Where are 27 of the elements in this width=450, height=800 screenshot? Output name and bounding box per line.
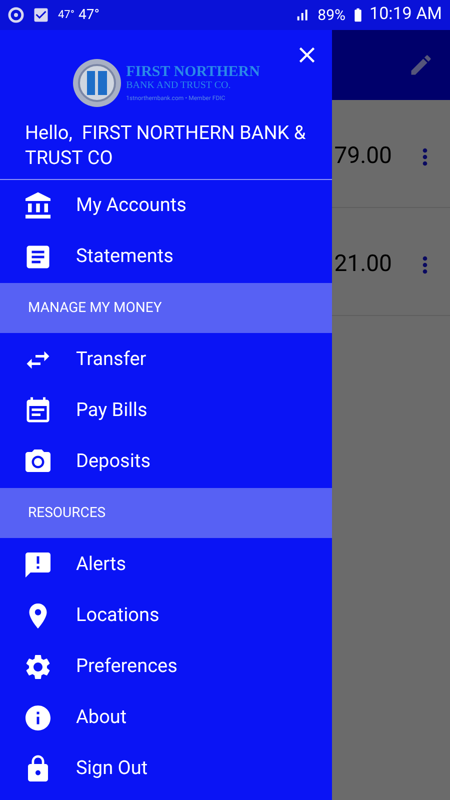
menu-item[interactable]: Deposits xyxy=(0,436,332,487)
menu-item[interactable]: Locations xyxy=(0,590,332,641)
section-header: MANAGE MY MONEY xyxy=(0,283,332,333)
temperature: 47° xyxy=(78,6,100,24)
bank-name: FIRST NORTHERN xyxy=(126,64,260,80)
menu-item[interactable]: About xyxy=(0,692,332,743)
menu-item[interactable]: Statements xyxy=(0,231,332,282)
bank-seal-logo xyxy=(72,58,122,108)
menu-item[interactable]: Alerts xyxy=(0,539,332,590)
bank-icon xyxy=(23,190,53,220)
menu-item[interactable]: Transfer xyxy=(0,334,332,385)
temperature-small: 47° xyxy=(58,6,74,23)
menu-item[interactable]: My Accounts xyxy=(0,180,332,231)
account-balance: 79.00 xyxy=(334,141,392,172)
section-header: RESOURCES xyxy=(0,488,332,538)
battery-percent: 89% xyxy=(318,4,346,26)
location-icon xyxy=(8,7,24,23)
bank-subtitle: BANK AND TRUST CO. xyxy=(126,80,232,90)
account-balance: 21.00 xyxy=(334,249,392,280)
menu-item[interactable]: Sign Out xyxy=(0,743,332,794)
menu-item[interactable]: Pay Bills xyxy=(0,385,332,436)
checklist-icon xyxy=(32,6,50,24)
alert-message-icon xyxy=(23,550,53,580)
greeting: Hello, FIRST NORTHERN BANK & TRUST CO xyxy=(25,120,307,170)
menu-item[interactable]: Preferences xyxy=(0,641,332,692)
info-icon xyxy=(23,702,53,732)
clock: 10:19 AM xyxy=(370,3,442,26)
